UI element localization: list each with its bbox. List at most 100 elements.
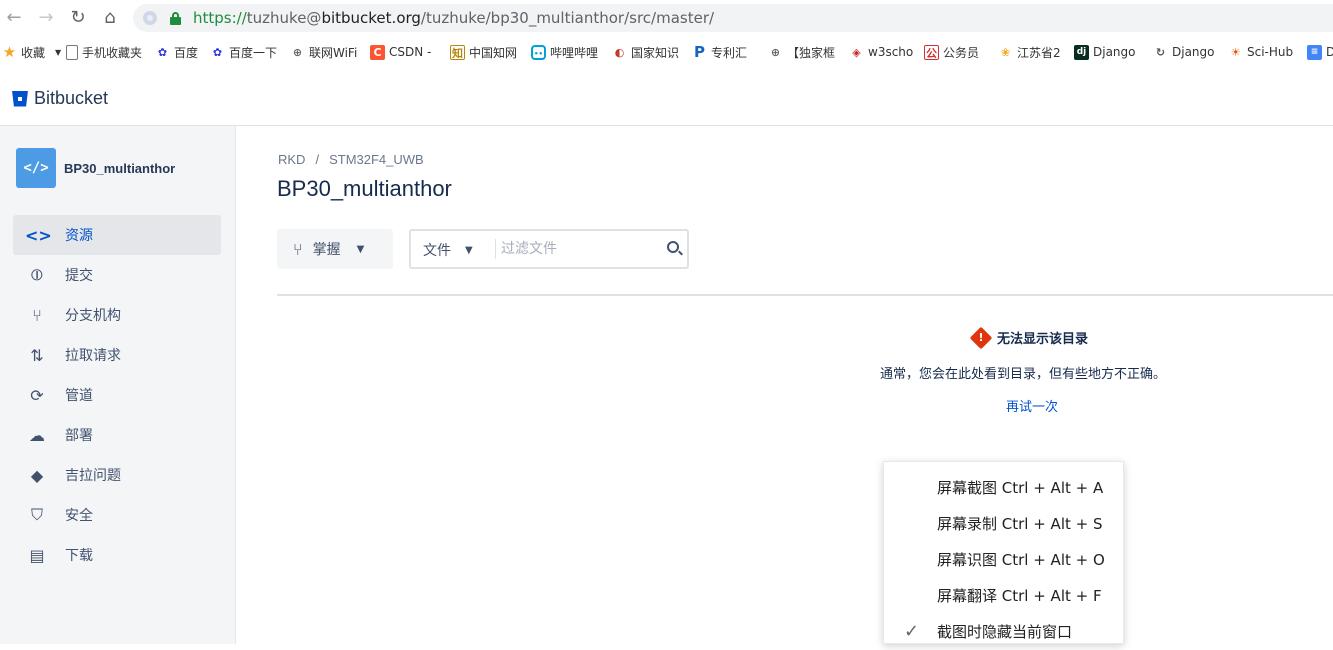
sidebar-item-label: 分支机构 [65,308,121,324]
phone-icon [66,44,78,60]
menu-item-screen-translate[interactable]: 屏幕翻译 Ctrl + Alt + F [884,578,1125,614]
bookmark-item[interactable]: ✿ 百度 [155,43,198,61]
menu-item-label: 屏幕录制 Ctrl + Alt + S [937,515,1103,533]
bookmark-label: 中国知网 [469,45,518,60]
sidebar-item-deployments[interactable]: ☁ 部署 [13,415,221,455]
globe-icon: ⊕ [292,45,303,59]
back-arrow-icon[interactable]: ← [4,8,24,28]
star-icon: ★ [2,42,17,61]
django-icon: dj [1074,44,1089,60]
bookmark-item[interactable]: ⊕ 【独家框 [768,43,835,61]
bilibili-icon: •• [531,44,546,60]
bookmark-item[interactable]: ◐ 国家知识 [612,43,679,61]
branch-icon: ⑂ [293,239,303,259]
file-filter: 文件 ▼ [409,229,689,269]
bookmark-label: 哔哩哔哩 [550,45,599,60]
retry-link[interactable]: 再试一次 [1006,396,1058,415]
menu-item-hide-window[interactable]: ✓ 截图时隐藏当前窗口 [884,614,1125,650]
menu-item-screen-record[interactable]: 屏幕录制 Ctrl + Alt + S [884,506,1125,542]
cnki-icon: 知 [450,44,465,60]
bookmark-item[interactable]: 手机收藏夹 [66,43,142,61]
globe-icon: ⊕ [770,45,781,59]
bookmark-item[interactable]: ★ 收藏 ▼ [2,43,61,61]
branch-selector-button[interactable]: ⑂ 掌握 ▼ [277,229,393,269]
bookmark-item[interactable]: ◈ w3scho [849,43,913,61]
breadcrumb-workspace[interactable]: RKD [278,152,305,167]
doc-icon: ≡ [1307,44,1322,60]
bookmark-label: CSDN - [389,45,432,59]
patent-icon: ◐ [614,45,625,59]
sidebar-item-source[interactable]: <> 资源 [13,215,221,255]
bookmark-label: 收藏 [21,45,46,60]
menu-item-screen-ocr[interactable]: 屏幕识图 Ctrl + Alt + O [884,542,1125,578]
bookmark-item[interactable]: ≡ D [1307,43,1333,61]
bookmark-label: 公务员 [943,45,980,60]
reload-icon[interactable]: ↻ [68,8,88,28]
bookmark-item[interactable]: ✿ 百度一下 [210,43,277,61]
bookmark-label: 国家知识 [631,45,680,60]
bitbucket-logo[interactable]: Bitbucket [12,88,108,109]
bookmark-item[interactable]: •• 哔哩哔哩 [531,43,598,61]
bookmark-label: Sci-Hub [1247,45,1294,59]
bookmark-item[interactable]: ↻ Django [1153,43,1215,61]
chevron-down-icon: ▼ [465,244,473,256]
bookmark-item[interactable]: C CSDN - [370,43,431,61]
bookmark-label: 百度 [174,45,199,60]
home-icon[interactable]: ⌂ [100,8,120,28]
repo-name: BP30_multianthor [64,160,176,176]
branch-label: 掌握 [312,242,341,258]
sidebar-item-commits[interactable]: ⦶ 提交 [13,255,221,295]
url-scheme: https:// [193,9,247,27]
page-title: BP30_multianthor [277,176,452,201]
bookmark-item[interactable]: 公公务员 [924,43,979,61]
jira-icon: ◆ [30,465,44,485]
chevron-down-icon: ▼ [356,243,365,255]
sidebar-item-security[interactable]: ⛉ 安全 [13,495,221,535]
bookmark-label: 手机收藏夹 [82,45,143,60]
breadcrumb-separator: / [315,152,320,167]
address-bar[interactable]: https://tuzhuke@bitbucket.org/tuzhuke/bp… [133,4,1333,32]
sidebar-item-label: 安全 [65,508,93,524]
bookmark-label: 【独家框 [787,45,836,60]
bitbucket-icon [12,90,28,107]
sidebar-item-downloads[interactable]: ▤ 下载 [13,535,221,575]
repo-avatar: </> [16,148,56,188]
filter-files-input[interactable] [501,237,661,261]
filter-type-label: 文件 [423,243,451,259]
bookmark-item[interactable]: ❀ 江苏省2 [998,43,1061,61]
bookmark-label: 联网WiFi [309,45,358,60]
bookmark-item[interactable]: 知中国知网 [450,43,517,61]
filter-divider [495,239,496,259]
bookmark-label: 百度一下 [229,45,278,60]
url-user: tuzhuke@ [246,9,322,27]
menu-item-screenshot[interactable]: 屏幕截图 Ctrl + Alt + A [884,470,1125,506]
bookmark-label: 江苏省2 [1017,45,1061,60]
bookmark-item[interactable]: ⊕ 联网WiFi [290,43,357,61]
shield-icon: ⛉ [30,505,43,524]
sidebar-item-pipelines[interactable]: ⟳ 管道 [13,375,221,415]
sidebar-item-jira-issues[interactable]: ◆ 吉拉问题 [13,455,221,495]
menu-item-label: 屏幕截图 Ctrl + Alt + A [937,479,1104,497]
bookmark-item[interactable]: ☀ Sci-Hub [1228,43,1294,61]
filter-type-dropdown[interactable]: 文件 ▼ [423,240,473,260]
bookmark-item[interactable]: P 专利汇 [692,43,747,61]
commit-icon: ⦶ [31,265,43,284]
menu-item-label: 屏幕识图 Ctrl + Alt + O [937,551,1105,569]
search-icon[interactable] [667,241,679,253]
bookmark-item[interactable]: dj Django [1074,43,1136,61]
chevron-down-icon: ▼ [55,47,62,57]
site-info-icon[interactable] [143,11,157,25]
sidebar-item-pull-requests[interactable]: ⇅ 拉取请求 [13,335,221,375]
baidu-icon: ✿ [157,45,168,59]
sidebar-item-branches[interactable]: ⑂ 分支机构 [13,295,221,335]
sidebar-item-label: 资源 [65,228,93,244]
repo-card[interactable]: </> BP30_multianthor [16,148,175,188]
breadcrumb-project[interactable]: STM32F4_UWB [329,152,424,167]
url-text[interactable]: https://tuzhuke@bitbucket.org/tuzhuke/bp… [193,9,714,27]
pipeline-icon: ⟳ [30,385,44,405]
bookmark-label: w3scho [868,45,914,59]
baidu-icon: ✿ [212,45,223,59]
sidebar-item-label: 提交 [65,268,93,284]
forward-arrow-icon[interactable]: → [36,8,56,28]
branch-icon: ⑂ [32,305,42,325]
